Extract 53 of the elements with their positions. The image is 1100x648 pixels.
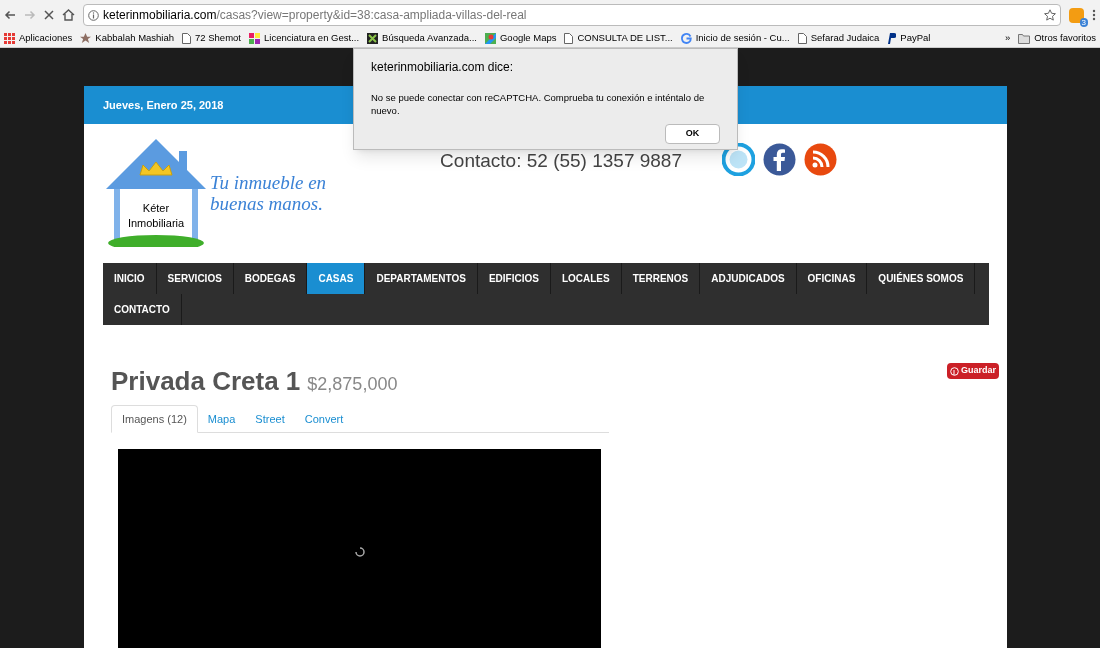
paypal-icon (887, 33, 897, 44)
dialog-message: No se puede conectar con reCAPTCHA. Comprueba tu conexión e inténtalo de nuevo. (371, 91, 706, 117)
bookmark-item[interactable]: CONSULTA DE LIST... (577, 31, 673, 46)
bookmark-item[interactable]: PayPal (900, 31, 931, 46)
address-bar[interactable]: keterinmobiliaria.com/casas?view=property&id=38:casa-ampliada-villas-del-real (83, 4, 1061, 26)
property-price: $2,875,000 (307, 373, 398, 396)
bookmark-item[interactable]: Búsqueda Avanzada... (382, 31, 477, 46)
bookmark-folder[interactable]: Otros favoritos (1034, 31, 1096, 46)
star-icon (80, 33, 92, 44)
menu-icon[interactable] (1092, 9, 1096, 21)
extension-badge: 3 (1079, 17, 1088, 27)
stop-icon[interactable] (44, 10, 54, 20)
apps-icon (4, 33, 15, 44)
facebook-icon[interactable] (763, 143, 796, 176)
map-pin-icon (484, 33, 496, 44)
bookmark-item[interactable]: Kabbalah Mashiah (95, 31, 175, 46)
tab[interactable]: Mapa (197, 405, 246, 433)
slogan: Tu inmueble en (210, 172, 327, 193)
bookmark-item[interactable]: Sefarad Judaica (810, 31, 880, 46)
bookmark-item[interactable]: Aplicaciones (19, 31, 73, 46)
bookmark-item[interactable]: Inicio de sesión - Cu... (695, 31, 790, 46)
bookmark-item[interactable]: Google Maps (499, 31, 557, 46)
ok-button[interactable]: OK (665, 124, 720, 144)
logo-text: Inmobiliaria (127, 216, 185, 231)
home-icon[interactable] (62, 9, 75, 21)
cross-icon (367, 33, 379, 44)
dialog-title: keterinmobiliaria.com dice: (371, 59, 515, 76)
logo-text: Kéter (142, 201, 170, 216)
back-icon[interactable] (4, 10, 16, 20)
folder-icon (1018, 33, 1031, 44)
bookmark-item[interactable]: 72 Shemot (195, 31, 241, 46)
g-icon (680, 33, 692, 44)
color-squares-icon (249, 33, 260, 44)
star-icon[interactable] (1044, 9, 1056, 21)
nav-item[interactable]: CASAS (307, 263, 366, 294)
url-text: keterinmobiliaria.com/casas?view=property&id=38:casa-ampliada-villas-del-real (103, 7, 527, 24)
info-icon (88, 9, 99, 21)
page-icon (564, 33, 574, 44)
property-title: Privada Creta 1 (111, 365, 301, 398)
tab[interactable]: Convert (294, 405, 354, 433)
tab[interactable]: Street (245, 405, 295, 433)
pin-save-button[interactable]: Guardar (947, 363, 999, 379)
loading-spinner-icon (354, 546, 365, 557)
bookmark-item[interactable]: Licenciatura en Gest... (264, 31, 360, 46)
tab[interactable]: Imagens (12) (111, 405, 198, 433)
chat-icon[interactable] (722, 143, 755, 176)
rss-icon[interactable] (804, 143, 837, 176)
page-icon (182, 33, 192, 44)
bookmarks-overflow[interactable]: » (1004, 31, 1011, 46)
slogan: buenas manos. (210, 193, 324, 214)
page-icon (797, 33, 807, 44)
pin-icon (950, 366, 959, 376)
contact-text: Contacto: 52 (55) 1357 9887 (440, 149, 682, 173)
